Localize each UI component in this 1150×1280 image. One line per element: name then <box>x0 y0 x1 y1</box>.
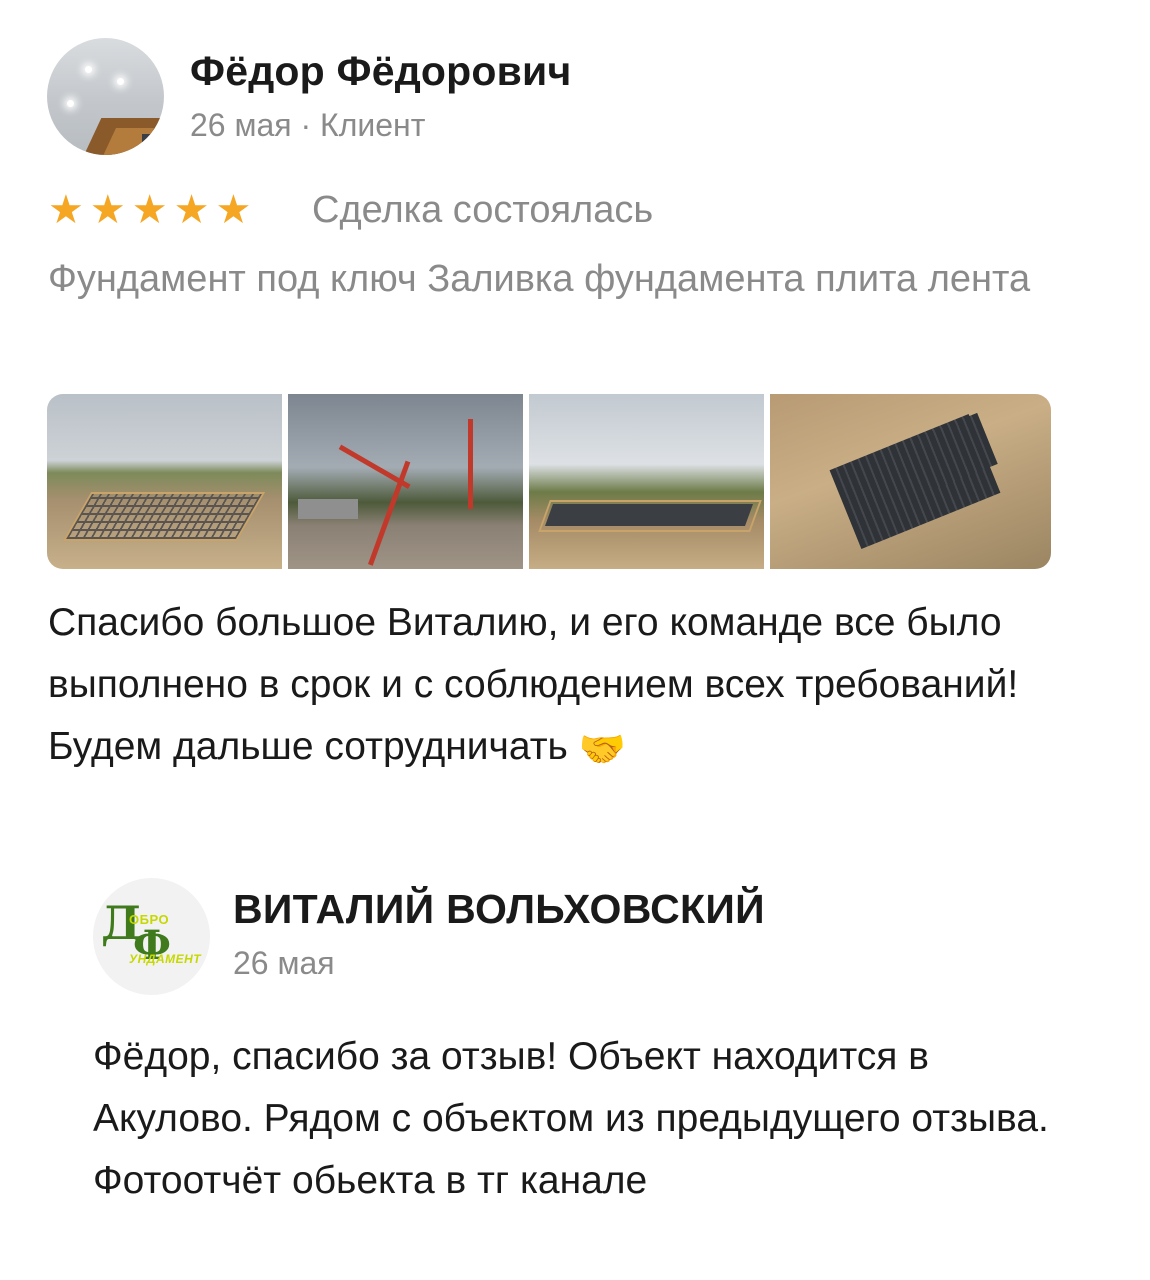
reply-text: Фёдор, спасибо за отзыв! Объект находитс… <box>93 1035 1049 1202</box>
reply-date: 26 мая <box>233 945 335 981</box>
review-text-closing: Будем дальше сотрудничать 🤝 <box>48 716 1108 781</box>
star-icon: ★ <box>173 188 210 232</box>
star-icon: ★ <box>131 188 168 232</box>
review-photo-1[interactable] <box>47 394 282 569</box>
review-photos <box>47 394 1051 569</box>
rating-stars: ★ ★ ★ ★ ★ <box>48 187 251 233</box>
star-icon: ★ <box>215 188 252 232</box>
user-avatar[interactable] <box>47 38 164 155</box>
star-icon: ★ <box>48 188 84 232</box>
review-text-closing-label: Будем дальше сотрудничать <box>48 725 568 768</box>
logo-word-fundament: УНДАМЕНТ <box>129 952 202 966</box>
review-text-paragraph: Спасибо большое Виталию, и его команде в… <box>48 601 1019 706</box>
review-photo-3[interactable] <box>529 394 764 569</box>
author-name[interactable]: Фёдор Фёдорович <box>190 48 571 95</box>
handshake-emoji: 🤝 <box>578 729 627 771</box>
review-meta: 26 мая · Клиент <box>190 107 426 143</box>
deal-status: Сделка состоялась <box>312 189 654 231</box>
review-photo-2[interactable] <box>288 394 523 569</box>
seller-logo[interactable]: Д ОБРО Ф УНДАМЕНТ <box>93 878 210 995</box>
star-icon: ★ <box>89 188 126 232</box>
review-text: Спасибо большое Виталию, и его команде в… <box>48 592 1108 781</box>
service-tags: Фундамент под ключ Заливка фундамента пл… <box>48 258 1031 300</box>
review-photo-4[interactable] <box>770 394 1051 569</box>
seller-name[interactable]: ВИТАЛИЙ ВОЛЬХОВСКИЙ <box>233 886 765 933</box>
